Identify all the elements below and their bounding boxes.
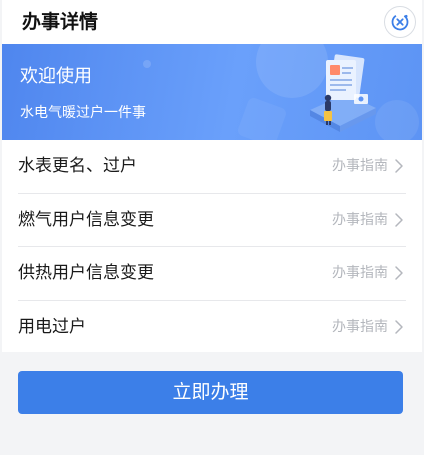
- welcome-banner: 欢迎使用 水电气暖过户一件事: [2, 44, 422, 140]
- close-button[interactable]: [384, 6, 416, 38]
- service-guide-link[interactable]: 办事指南: [332, 264, 388, 282]
- service-item[interactable]: 供热用户信息变更 办事指南: [18, 247, 406, 301]
- banner-subtitle: 水电气暖过户一件事: [20, 105, 146, 121]
- apply-now-button[interactable]: 立即办理: [18, 371, 403, 414]
- banner-title: 欢迎使用: [20, 66, 92, 87]
- page: 办事详情 欢迎使用 水电气暖过户一件事 水表更名、过户 办事指南 燃气用户信息变…: [0, 0, 424, 455]
- service-item[interactable]: 水表更名、过户 办事指南: [18, 140, 406, 194]
- chevron-right-icon: [395, 266, 403, 280]
- service-guide-link[interactable]: 办事指南: [332, 211, 388, 229]
- chevron-right-icon: [395, 319, 403, 334]
- service-name: 供热用户信息变更: [18, 263, 154, 283]
- document-person-illustration: [310, 54, 376, 132]
- service-name: 用电过户: [18, 316, 86, 337]
- service-name: 水表更名、过户: [18, 156, 137, 176]
- page-title: 办事详情: [22, 11, 99, 33]
- header-bar: 办事详情: [2, 0, 422, 44]
- service-item[interactable]: 用电过户 办事指南: [18, 301, 406, 355]
- service-item[interactable]: 燃气用户信息变更 办事指南: [18, 194, 406, 247]
- chevron-right-icon: [395, 159, 403, 173]
- service-guide-link[interactable]: 办事指南: [332, 157, 388, 175]
- apply-now-label: 立即办理: [172, 381, 249, 403]
- content-card: 办事详情 欢迎使用 水电气暖过户一件事 水表更名、过户 办事指南 燃气用户信息变…: [2, 0, 422, 352]
- service-name: 燃气用户信息变更: [18, 209, 154, 230]
- service-guide-link[interactable]: 办事指南: [332, 318, 388, 336]
- close-circle-icon: [391, 13, 409, 31]
- service-list: 水表更名、过户 办事指南 燃气用户信息变更 办事指南 供热用户信息变更 办事指南…: [2, 140, 422, 354]
- chevron-right-icon: [395, 212, 403, 227]
